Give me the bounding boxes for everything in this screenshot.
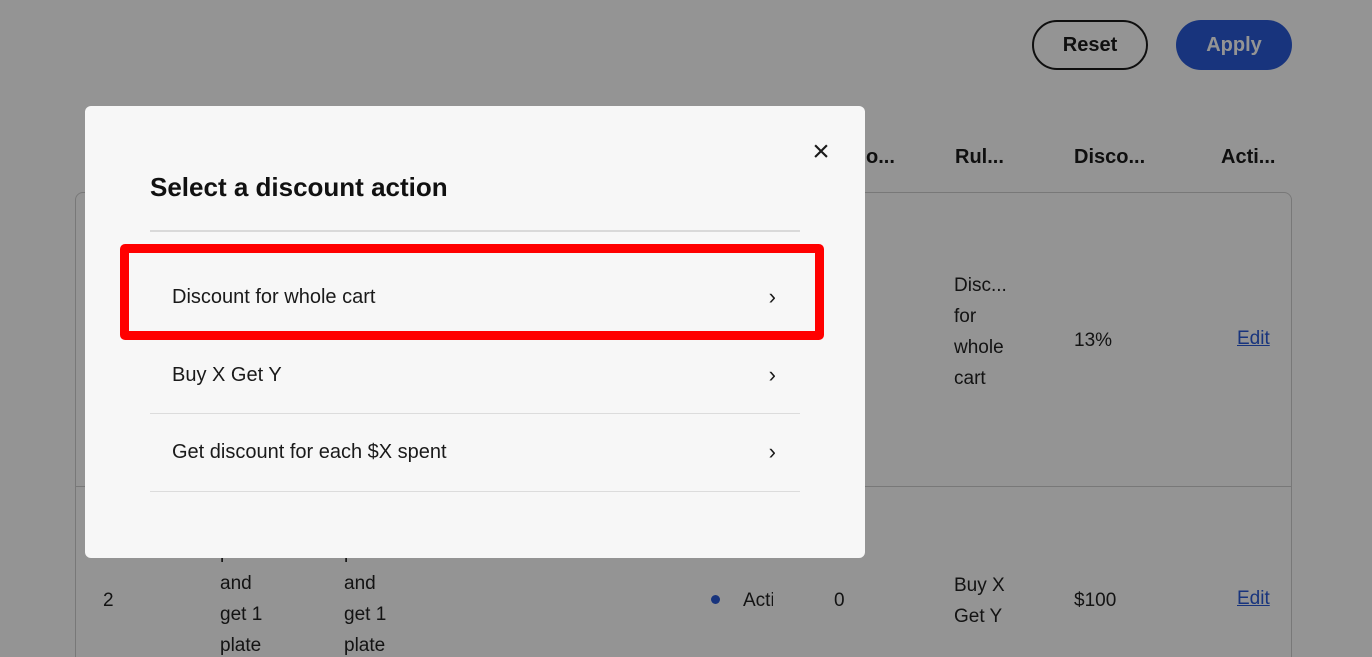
chevron-right-icon: › [768,362,776,387]
option-label: Get discount for each $X spent [172,440,447,463]
divider [150,230,800,232]
option-discount-each-x-spent[interactable]: Get discount for each $X spent › [150,413,800,491]
chevron-right-icon: › [768,439,776,464]
discount-rules-page: Reset Apply o... Rul... Disco... Acti...… [0,0,1372,657]
option-buy-x-get-y[interactable]: Buy X Get Y › [150,336,800,414]
divider [150,491,800,492]
close-icon[interactable]: × [805,136,837,168]
option-label: Buy X Get Y [172,363,282,386]
selection-highlight-box [120,244,824,340]
modal-title: Select a discount action [150,172,448,202]
